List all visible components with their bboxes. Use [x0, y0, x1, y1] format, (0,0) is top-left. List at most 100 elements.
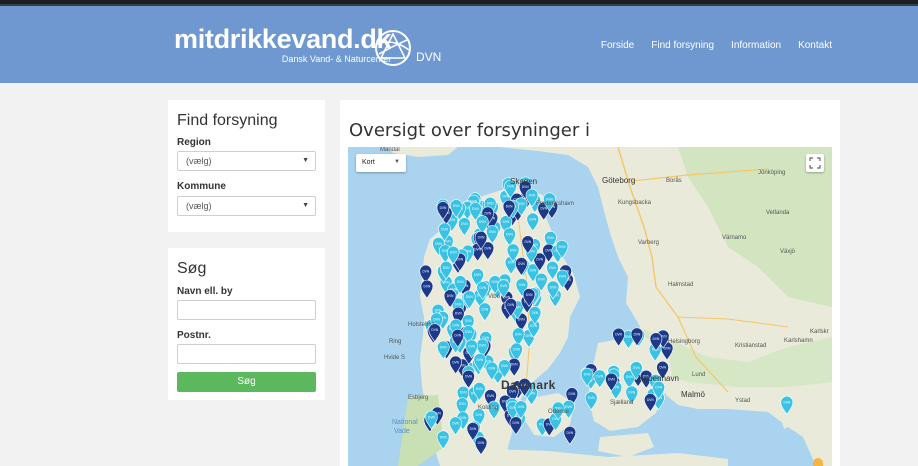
marker-label: DVN: [519, 283, 526, 287]
map-title: Oversigt over forsyninger i: [349, 120, 590, 141]
chevron-down-icon: ▼: [302, 202, 309, 209]
marker-label: DVN: [596, 374, 603, 378]
dvn-logo-icon: [375, 30, 411, 66]
marker-label: DVN: [653, 337, 660, 341]
marker-label: DVN: [478, 236, 485, 240]
marker-label: DVN: [508, 303, 515, 307]
label-kungsbacka: Kungsbacka: [618, 200, 652, 206]
marker-label: DVN: [470, 427, 477, 431]
marker-label: DVN: [529, 217, 536, 221]
find-forsyning-panel: Find forsyning Region (vælg) ▼ Kommune (…: [168, 100, 325, 232]
marker-layer: DVN DVN DVN DVN DVN DVN DVN DVN DVN DVN DVN DVN DVN D…: [419, 176, 794, 456]
dvn-map-marker[interactable]: DVN: [612, 327, 625, 347]
map-type-dropdown[interactable]: Kort ▼: [356, 154, 406, 172]
nav-kontakt[interactable]: Kontakt: [798, 40, 832, 51]
label-kobenhavn: København: [638, 374, 679, 383]
marker-label: DVN: [513, 348, 520, 352]
marker-label: DVN: [550, 285, 557, 289]
marker-label: DVN: [468, 344, 475, 348]
nav-forside[interactable]: Forside: [601, 40, 634, 51]
dvn-map-marker[interactable]: DVN: [526, 212, 540, 232]
dvn-map-marker[interactable]: DVN: [462, 369, 475, 389]
marker-label: DVN: [513, 421, 520, 425]
label-frederikshavn: Frederikshavn: [536, 201, 575, 207]
marker-label: DVN: [476, 387, 483, 391]
label-goteborg: Göteborg: [602, 176, 636, 185]
dvn-map-marker[interactable]: DVN: [503, 227, 516, 247]
marker-label: DVN: [478, 441, 485, 445]
label-ringkobing: Ring: [389, 339, 402, 345]
marker-label: DVN: [484, 211, 491, 215]
marker-label: DVN: [457, 280, 464, 284]
dvn-map-marker[interactable]: DVN: [563, 426, 577, 445]
kommune-label: Kommune: [177, 181, 226, 192]
marker-label: DVN: [501, 364, 508, 368]
marker-label: DVN: [487, 394, 494, 398]
marker-label: DVN: [460, 391, 467, 395]
marker-label: DVN: [435, 242, 442, 246]
dvn-map-marker[interactable]: DVN: [584, 391, 598, 411]
marker-label: DVN: [659, 366, 666, 370]
dvn-map-marker[interactable]: DVN: [478, 302, 492, 322]
label-odense: Odense: [548, 409, 570, 415]
marker-label: DVN: [783, 401, 790, 405]
marker-label: DVN: [566, 431, 573, 435]
nav-information[interactable]: Information: [731, 40, 781, 51]
marker-label: DVN: [453, 324, 460, 328]
dvn-map-marker[interactable]: DVN: [420, 279, 434, 299]
dvn-map-marker[interactable]: DVN: [509, 416, 523, 436]
marker-label: DVN: [559, 274, 566, 278]
marker-label: DVN: [530, 324, 537, 328]
marker-label: DVN: [474, 273, 481, 277]
kommune-select[interactable]: (vælg) ▼: [177, 196, 316, 216]
marker-label: DVN: [422, 270, 429, 274]
brand-logo-link[interactable]: mitdrikkevand.dk Dansk Vand- & Naturcent…: [174, 24, 392, 64]
search-button[interactable]: Søg: [177, 372, 316, 392]
marker-label: DVN: [489, 230, 496, 234]
marker-label: DVN: [465, 330, 472, 334]
marker-label: DVN: [431, 328, 438, 332]
marker-label: DVN: [455, 312, 462, 316]
dvn-map-marker[interactable]: DVN: [593, 369, 607, 389]
marker-label: DVN: [511, 363, 518, 367]
dvn-map-marker[interactable]: DVN: [458, 217, 471, 237]
region-select[interactable]: (vælg) ▼: [177, 151, 316, 171]
marker-label: DVN: [526, 293, 533, 297]
marker-label: DVN: [615, 333, 622, 337]
fullscreen-button[interactable]: [806, 154, 824, 172]
street-view-pegman-icon[interactable]: [813, 458, 823, 466]
marker-label: DVN: [450, 251, 457, 255]
label-kolding: Kolding: [478, 405, 499, 411]
label-malmo: Malmö: [681, 390, 706, 399]
postnr-input[interactable]: [177, 344, 316, 364]
marker-label: DVN: [452, 360, 459, 364]
dvn-map-marker[interactable]: DVN: [644, 393, 657, 413]
marker-label: DVN: [479, 344, 486, 348]
dvn-map-marker[interactable]: DVN: [780, 395, 794, 415]
marker-label: DVN: [518, 405, 525, 409]
label-ystad: Ystad: [735, 398, 751, 404]
label-karlshamn: Karlshamn: [784, 338, 813, 344]
name-input[interactable]: [177, 300, 316, 320]
marker-label: DVN: [647, 398, 654, 402]
search-title: Søg: [177, 260, 207, 277]
label-lund: Lund: [692, 372, 706, 378]
marker-label: DVN: [608, 378, 615, 382]
google-map[interactable]: DVN DVN DVN DVN DVN DVN DVN DVN DVN DVN DVN DVN DVN D…: [348, 147, 832, 466]
label-vadehavet: Vade: [394, 428, 410, 435]
marker-label: DVN: [538, 278, 545, 282]
nav-find-forsyning[interactable]: Find forsyning: [651, 40, 714, 51]
marker-label: DVN: [455, 303, 462, 307]
marker-label: DVN: [424, 285, 431, 289]
dvn-map-marker[interactable]: DVN: [436, 430, 450, 450]
marker-label: DVN: [518, 318, 525, 322]
marker-label: DVN: [440, 435, 447, 439]
dvn-map-marker[interactable]: DVN: [449, 416, 462, 436]
dvn-map-marker[interactable]: DVN: [486, 225, 499, 244]
marker-label: DVN: [484, 246, 491, 250]
dvn-map-marker[interactable]: DVN: [474, 436, 488, 456]
label-mandal: Mandal: [380, 147, 400, 153]
map-type-value: Kort: [362, 159, 375, 166]
marker-label: DVN: [532, 311, 539, 315]
marker-label: DVN: [475, 413, 482, 417]
